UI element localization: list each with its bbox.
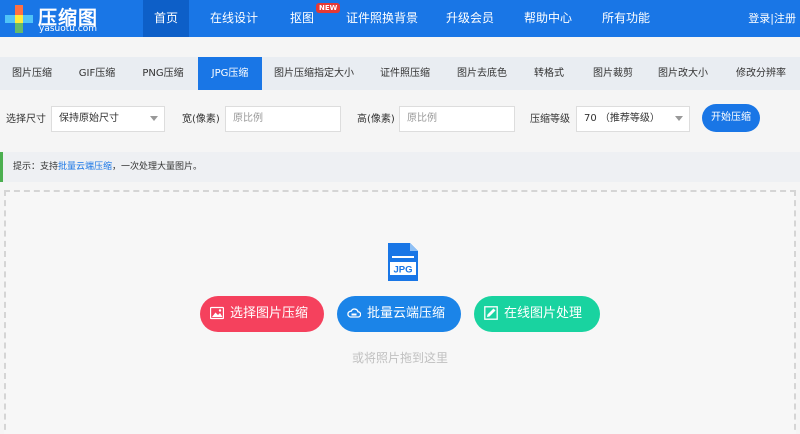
login-link[interactable]: 登录 [748, 12, 770, 25]
height-input[interactable]: 原比例 [399, 106, 515, 132]
logo-icon [5, 5, 33, 33]
select-image-button[interactable]: 选择图片压缩 [200, 296, 324, 332]
nav-upgrade-vip[interactable]: 升级会员 [440, 0, 500, 37]
edit-image-icon [484, 306, 498, 320]
tip-bar: 提示：支持批量云端压缩，一次处理大量图片。 [0, 152, 800, 182]
tip-prefix: 提示：支持 [13, 162, 59, 172]
batch-cloud-link[interactable]: 批量云端压缩 [58, 162, 112, 172]
online-edit-label: 在线图片处理 [504, 306, 583, 321]
size-label: 选择尺寸 [6, 114, 46, 125]
tab-crop-image[interactable]: 图片裁剪 [582, 57, 644, 90]
image-upload-icon [210, 306, 224, 320]
site-logo[interactable]: 压缩图 yasuotu.com [4, 3, 134, 35]
jpg-file-icon: JPG [388, 243, 418, 281]
tip-suffix: ，一次处理大量图片。 [112, 162, 203, 172]
nav-id-photo-background[interactable]: 证件照换背景 [340, 0, 424, 37]
batch-cloud-label: 批量云端压缩 [367, 306, 446, 321]
batch-cloud-button[interactable]: 批量云端压缩 [337, 296, 461, 332]
drop-hint: 或将照片拖到这里 [351, 351, 448, 365]
tab-compress-to-size[interactable]: 图片压缩指定大小 [264, 57, 364, 90]
tool-tabs: 图片压缩 GIF压缩 PNG压缩 JPG压缩 图片压缩指定大小 证件照压缩 图片… [0, 57, 800, 90]
level-select-value: 70 （推荐等级） [584, 113, 660, 124]
level-label: 压缩等级 [530, 114, 570, 125]
width-input[interactable]: 原比例 [225, 106, 341, 132]
user-links: 登录|注册 [748, 0, 796, 37]
size-select-value: 保持原始尺寸 [59, 113, 119, 124]
register-link[interactable]: 注册 [774, 12, 796, 25]
size-select[interactable]: 保持原始尺寸 [51, 106, 165, 132]
tab-resize-image[interactable]: 图片改大小 [648, 57, 718, 90]
chevron-down-icon [675, 116, 683, 121]
tab-remove-background[interactable]: 图片去底色 [446, 57, 518, 90]
chevron-down-icon [150, 116, 158, 121]
upload-dropzone[interactable]: JPG 选择图片压缩 批量云端压缩 在线图片处理 或将照片拖到这里 [4, 190, 796, 434]
nav-help-center[interactable]: 帮助中心 [518, 0, 578, 37]
nav-home[interactable]: 首页 [143, 0, 189, 37]
select-image-label: 选择图片压缩 [230, 306, 309, 321]
level-select[interactable]: 70 （推荐等级） [576, 106, 690, 132]
logo-subtitle: yasuotu.com [39, 24, 98, 34]
online-edit-button[interactable]: 在线图片处理 [474, 296, 600, 332]
height-label: 高(像素) [357, 114, 395, 125]
tab-convert-format[interactable]: 转格式 [520, 57, 578, 90]
tab-change-resolution[interactable]: 修改分辨率 [722, 57, 800, 90]
compress-options: 选择尺寸 保持原始尺寸 宽(像素) 原比例 高(像素) 原比例 压缩等级 70 … [0, 100, 800, 136]
nav-cutout[interactable]: 抠图 [284, 0, 320, 37]
tab-gif-compress[interactable]: GIF压缩 [66, 57, 128, 90]
nav-all-features[interactable]: 所有功能 [596, 0, 656, 37]
tab-id-photo-compress[interactable]: 证件照压缩 [368, 57, 442, 90]
new-badge: NEW [316, 3, 341, 13]
start-compress-button[interactable]: 开始压缩 [702, 104, 760, 132]
width-label: 宽(像素) [182, 114, 220, 125]
nav-online-design[interactable]: 在线设计 [204, 0, 264, 37]
file-type-label: JPG [393, 265, 412, 276]
top-navbar: 压缩图 yasuotu.com 首页 在线设计 抠图 NEW 证件照换背景 升级… [0, 0, 800, 37]
tab-image-compress[interactable]: 图片压缩 [0, 57, 64, 90]
tab-png-compress[interactable]: PNG压缩 [130, 57, 196, 90]
tab-jpg-compress[interactable]: JPG压缩 [198, 57, 262, 90]
cloud-icon [347, 308, 361, 318]
